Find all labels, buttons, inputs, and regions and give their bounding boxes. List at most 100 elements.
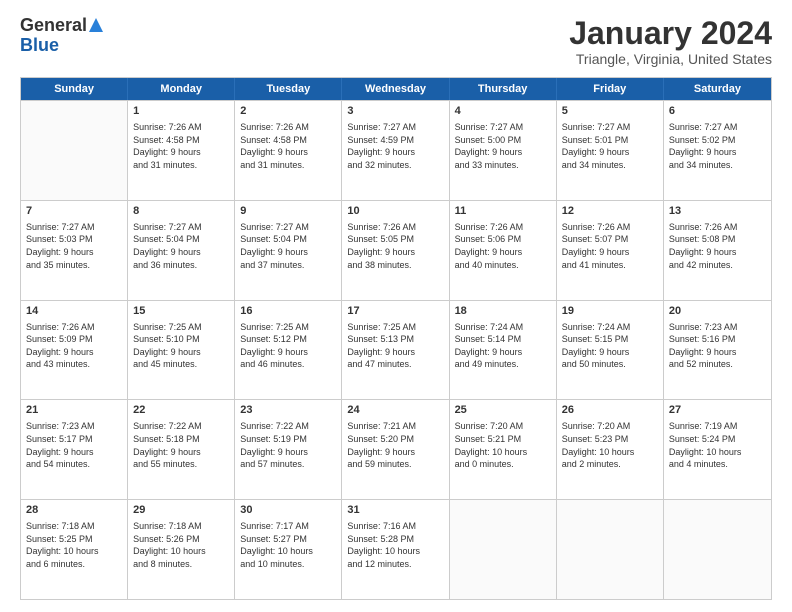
header: General Blue January 2024 Triangle, Virg… [20, 16, 772, 67]
cell-line: Daylight: 9 hours [669, 246, 766, 259]
cell-line: Sunrise: 7:27 AM [562, 121, 658, 134]
cell-line: Sunset: 5:04 PM [240, 233, 336, 246]
cell-line: and 45 minutes. [133, 358, 229, 371]
cell-line: Daylight: 9 hours [133, 346, 229, 359]
title-block: January 2024 Triangle, Virginia, United … [569, 16, 772, 67]
day-number: 17 [347, 304, 443, 319]
cell-line: Sunset: 5:01 PM [562, 134, 658, 147]
calendar-cell: 1Sunrise: 7:26 AMSunset: 4:58 PMDaylight… [128, 101, 235, 200]
calendar-cell: 18Sunrise: 7:24 AMSunset: 5:14 PMDayligh… [450, 301, 557, 400]
day-number: 2 [240, 104, 336, 119]
day-number: 27 [669, 403, 766, 418]
cell-line: and 47 minutes. [347, 358, 443, 371]
cell-line: and 46 minutes. [240, 358, 336, 371]
cell-line: and 34 minutes. [562, 159, 658, 172]
cell-line: and 8 minutes. [133, 558, 229, 571]
day-number: 13 [669, 204, 766, 219]
cell-line: Daylight: 10 hours [562, 446, 658, 459]
calendar-cell: 20Sunrise: 7:23 AMSunset: 5:16 PMDayligh… [664, 301, 771, 400]
day-number: 6 [669, 104, 766, 119]
cell-line: and 40 minutes. [455, 259, 551, 272]
day-number: 28 [26, 503, 122, 518]
cell-line: Sunset: 4:58 PM [240, 134, 336, 147]
cell-line: Sunrise: 7:22 AM [240, 420, 336, 433]
cell-line: Sunset: 5:12 PM [240, 333, 336, 346]
cell-line: Sunrise: 7:20 AM [562, 420, 658, 433]
cell-line: Sunrise: 7:26 AM [562, 221, 658, 234]
cell-line: Daylight: 9 hours [669, 346, 766, 359]
cell-line: and 43 minutes. [26, 358, 122, 371]
calendar-header-cell: Tuesday [235, 78, 342, 100]
calendar-header-cell: Sunday [21, 78, 128, 100]
cell-line: Daylight: 9 hours [347, 446, 443, 459]
calendar-header-cell: Monday [128, 78, 235, 100]
calendar-header-cell: Thursday [450, 78, 557, 100]
cell-line: Sunrise: 7:23 AM [669, 321, 766, 334]
cell-line: Daylight: 9 hours [562, 146, 658, 159]
cell-line: Sunset: 5:21 PM [455, 433, 551, 446]
cell-line: and 33 minutes. [455, 159, 551, 172]
day-number: 21 [26, 403, 122, 418]
cell-line: Daylight: 9 hours [133, 246, 229, 259]
calendar-cell: 28Sunrise: 7:18 AMSunset: 5:25 PMDayligh… [21, 500, 128, 599]
cell-line: Sunrise: 7:26 AM [133, 121, 229, 134]
cell-line: Sunset: 5:03 PM [26, 233, 122, 246]
cell-line: and 6 minutes. [26, 558, 122, 571]
day-number: 20 [669, 304, 766, 319]
cell-line: Sunset: 5:02 PM [669, 134, 766, 147]
calendar-header: SundayMondayTuesdayWednesdayThursdayFrid… [21, 78, 771, 100]
cell-line: Sunrise: 7:22 AM [133, 420, 229, 433]
cell-line: Sunrise: 7:21 AM [347, 420, 443, 433]
cell-line: and 0 minutes. [455, 458, 551, 471]
day-number: 16 [240, 304, 336, 319]
cell-line: Sunrise: 7:27 AM [455, 121, 551, 134]
calendar-cell: 27Sunrise: 7:19 AMSunset: 5:24 PMDayligh… [664, 400, 771, 499]
calendar-row: 21Sunrise: 7:23 AMSunset: 5:17 PMDayligh… [21, 399, 771, 499]
cell-line: Sunset: 5:28 PM [347, 533, 443, 546]
cell-line: Sunset: 5:07 PM [562, 233, 658, 246]
day-number: 31 [347, 503, 443, 518]
day-number: 9 [240, 204, 336, 219]
cell-line: and 41 minutes. [562, 259, 658, 272]
cell-line: Sunrise: 7:26 AM [455, 221, 551, 234]
cell-line: Sunrise: 7:26 AM [347, 221, 443, 234]
cell-line: Daylight: 9 hours [240, 346, 336, 359]
calendar-header-cell: Saturday [664, 78, 771, 100]
cell-line: Sunset: 5:05 PM [347, 233, 443, 246]
cell-line: Daylight: 9 hours [26, 446, 122, 459]
cell-line: Sunrise: 7:18 AM [26, 520, 122, 533]
logo-triangle-icon [89, 18, 103, 32]
cell-line: Daylight: 9 hours [133, 146, 229, 159]
calendar-cell [21, 101, 128, 200]
cell-line: Sunrise: 7:26 AM [669, 221, 766, 234]
cell-line: Sunrise: 7:27 AM [26, 221, 122, 234]
cell-line: Sunset: 5:06 PM [455, 233, 551, 246]
cell-line: Sunrise: 7:24 AM [455, 321, 551, 334]
cell-line: Sunrise: 7:20 AM [455, 420, 551, 433]
calendar-cell: 17Sunrise: 7:25 AMSunset: 5:13 PMDayligh… [342, 301, 449, 400]
cell-line: Daylight: 10 hours [240, 545, 336, 558]
calendar-cell: 10Sunrise: 7:26 AMSunset: 5:05 PMDayligh… [342, 201, 449, 300]
day-number: 12 [562, 204, 658, 219]
day-number: 18 [455, 304, 551, 319]
cell-line: Sunset: 5:14 PM [455, 333, 551, 346]
cell-line: and 38 minutes. [347, 259, 443, 272]
cell-line: Sunset: 5:18 PM [133, 433, 229, 446]
cell-line: Sunrise: 7:26 AM [240, 121, 336, 134]
calendar-cell: 9Sunrise: 7:27 AMSunset: 5:04 PMDaylight… [235, 201, 342, 300]
cell-line: Sunrise: 7:25 AM [240, 321, 336, 334]
logo-blue-text: Blue [20, 36, 59, 56]
day-number: 19 [562, 304, 658, 319]
calendar-cell: 26Sunrise: 7:20 AMSunset: 5:23 PMDayligh… [557, 400, 664, 499]
cell-line: Sunrise: 7:27 AM [133, 221, 229, 234]
day-number: 10 [347, 204, 443, 219]
day-number: 11 [455, 204, 551, 219]
cell-line: Daylight: 9 hours [26, 346, 122, 359]
cell-line: Sunrise: 7:27 AM [669, 121, 766, 134]
cell-line: Sunset: 5:19 PM [240, 433, 336, 446]
cell-line: Sunrise: 7:23 AM [26, 420, 122, 433]
calendar-cell [664, 500, 771, 599]
calendar-cell: 15Sunrise: 7:25 AMSunset: 5:10 PMDayligh… [128, 301, 235, 400]
calendar-cell: 13Sunrise: 7:26 AMSunset: 5:08 PMDayligh… [664, 201, 771, 300]
cell-line: Sunrise: 7:25 AM [133, 321, 229, 334]
